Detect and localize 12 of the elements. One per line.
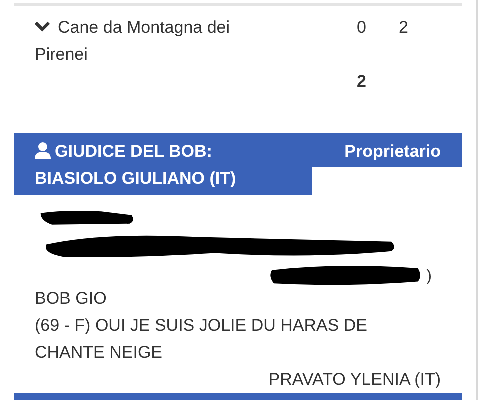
owner-column-label: Proprietario bbox=[344, 140, 441, 163]
judge-title: GIUDICE DEL BOB: BIASIOLO GIULIANO (IT) bbox=[35, 140, 238, 190]
award-text: BOB GIO bbox=[34, 288, 108, 310]
count-value: 0 bbox=[357, 16, 366, 39]
breed-name[interactable]: Cane da Montagna dei Pirenei bbox=[35, 14, 357, 68]
person-icon bbox=[35, 142, 51, 159]
chevron-down-icon[interactable] bbox=[35, 20, 50, 32]
dog-name: (69 - F) OUI JE SUIS JOLIE DU HARAS DE CHANTE NEIGE bbox=[34, 315, 369, 364]
owner-name: PRAVATO YLENIA (IT) bbox=[268, 370, 441, 390]
count-value: 2 bbox=[399, 16, 408, 39]
total-value: 2 bbox=[357, 70, 366, 93]
closing-paren: ) bbox=[426, 266, 432, 285]
